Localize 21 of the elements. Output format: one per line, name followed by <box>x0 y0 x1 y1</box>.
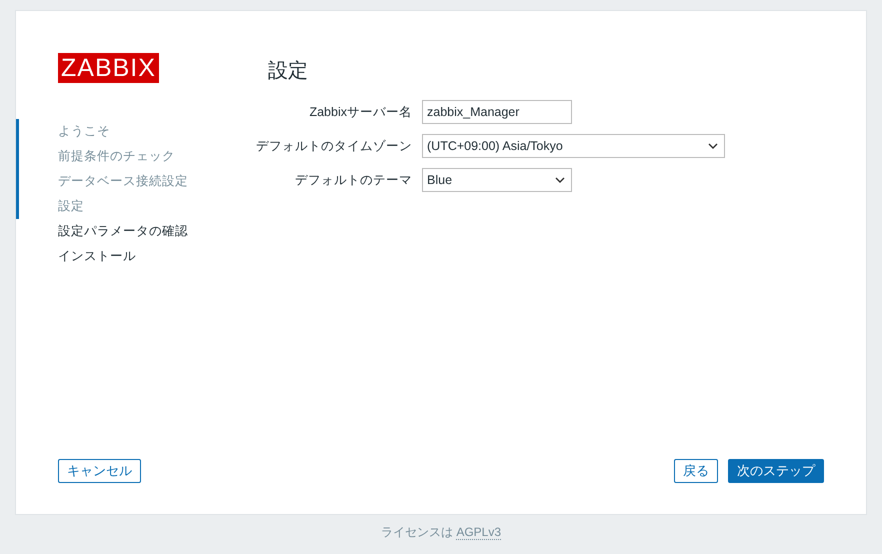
step-label: 前提条件のチェック <box>58 148 175 165</box>
step-label: 設定 <box>58 198 84 215</box>
license-text: ライセンスは <box>380 525 453 539</box>
chevron-down-icon <box>708 143 718 149</box>
dropdown[interactable]: Blue <box>422 168 572 192</box>
step-label: インストール <box>58 248 136 265</box>
next-step-button[interactable]: 次のステップ <box>728 459 824 483</box>
input-field[interactable]: zabbix_Manager <box>422 100 572 124</box>
back-button[interactable]: 戻る <box>674 459 718 483</box>
field-label: デフォルトのタイムゾーン <box>256 138 412 154</box>
field-label: デフォルトのテーマ <box>295 172 412 188</box>
page-title: 設定 <box>268 59 309 84</box>
chevron-down-icon <box>555 177 565 183</box>
cancel-button[interactable]: キャンセル <box>58 459 141 483</box>
dropdown[interactable]: (UTC+09:00) Asia/Tokyo <box>422 134 725 158</box>
logo: ZABBIX <box>58 53 159 83</box>
step-label: ようこそ <box>58 123 110 140</box>
step-label: データベース接続設定 <box>58 173 188 190</box>
license-link[interactable]: AGPLv3 <box>456 525 502 540</box>
field-label: Zabbixサーバー名 <box>309 104 412 120</box>
step-label: 設定パラメータの確認 <box>58 223 188 240</box>
